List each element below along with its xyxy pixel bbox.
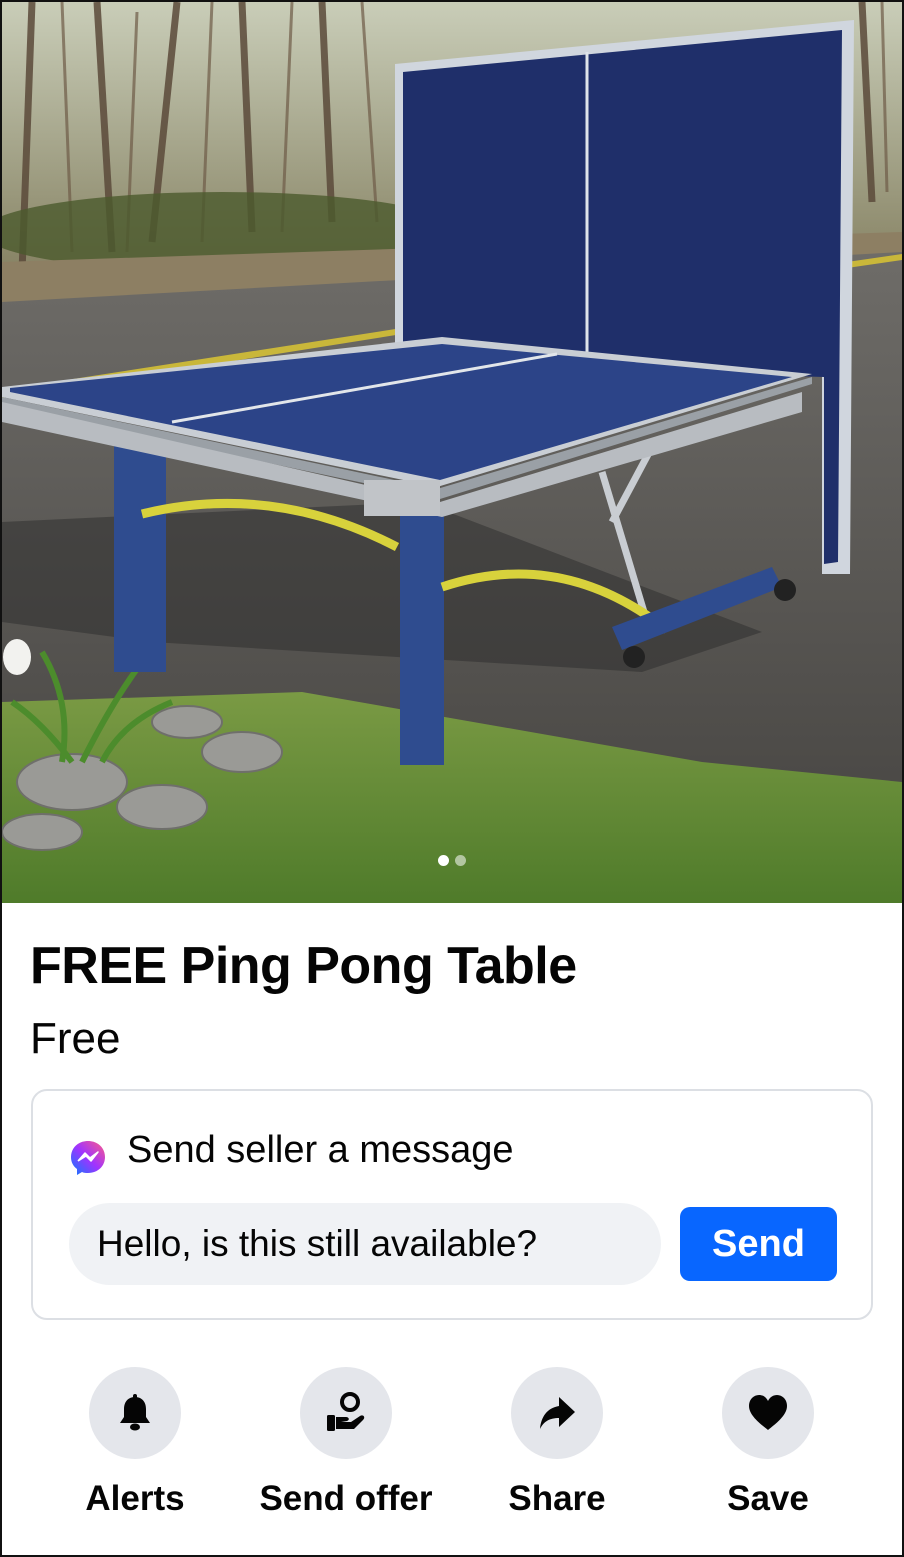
carousel-indicator [2, 855, 902, 869]
share-label: Share [508, 1479, 606, 1518]
ping-pong-table-photo [2, 2, 902, 903]
heart-icon [749, 1395, 787, 1430]
alerts-label: Alerts [85, 1479, 185, 1518]
bell-icon [120, 1394, 150, 1431]
listing-title: FREE Ping Pong Table [30, 937, 577, 995]
share-arrow-icon [540, 1397, 575, 1429]
alerts-circle[interactable] [89, 1367, 181, 1459]
listing-price: Free [30, 1014, 121, 1063]
alerts-button[interactable]: Alerts [35, 1367, 235, 1519]
message-input[interactable]: Hello, is this still available? [69, 1203, 661, 1285]
share-circle[interactable] [511, 1367, 603, 1459]
messenger-icon [71, 1141, 105, 1175]
message-input-value: Hello, is this still available? [97, 1223, 538, 1264]
save-label: Save [727, 1479, 809, 1518]
listing-photo[interactable] [2, 2, 902, 903]
message-card-header: Send seller a message [69, 1123, 514, 1177]
send-button[interactable]: Send [680, 1207, 837, 1281]
send-offer-circle[interactable] [300, 1367, 392, 1459]
message-seller-card: Send seller a message Hello, is this sti… [31, 1089, 873, 1320]
save-button[interactable]: Save [668, 1367, 868, 1519]
carousel-dot[interactable] [438, 855, 449, 866]
message-card-heading: Send seller a message [127, 1129, 514, 1171]
carousel-dot[interactable] [455, 855, 466, 866]
save-circle[interactable] [722, 1367, 814, 1459]
offer-hand-icon [327, 1392, 365, 1431]
send-offer-label: Send offer [259, 1479, 433, 1518]
send-offer-button[interactable]: Send offer [246, 1367, 446, 1519]
share-button[interactable]: Share [457, 1367, 657, 1519]
